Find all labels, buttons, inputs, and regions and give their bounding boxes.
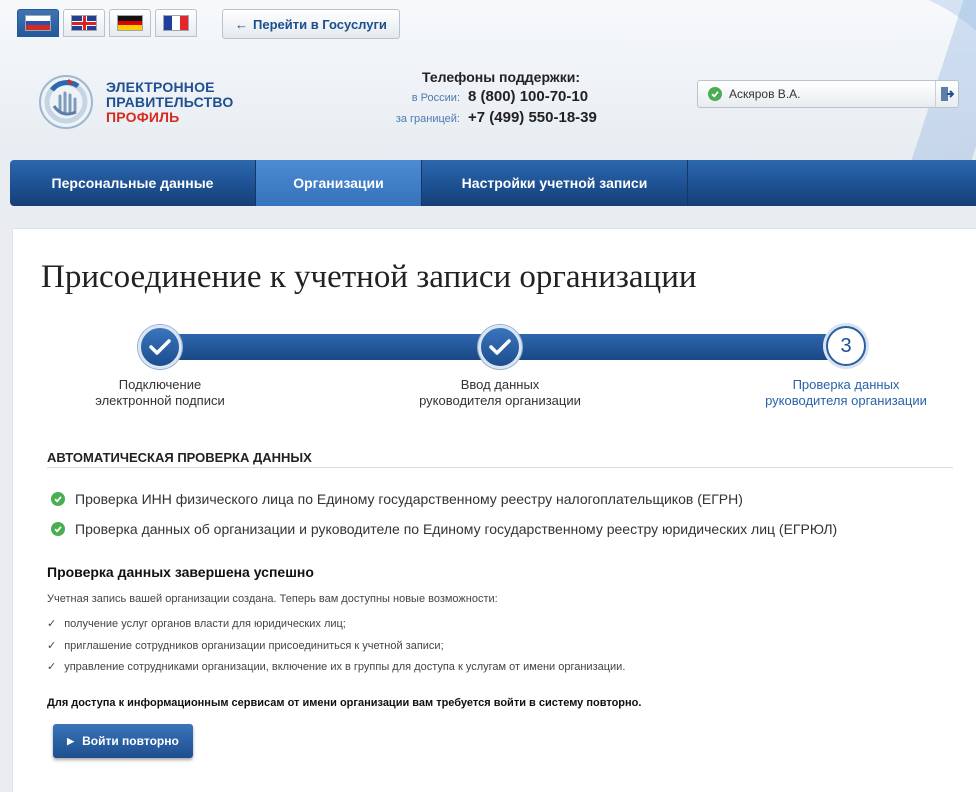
success-heading: Проверка данных завершена успешно [47, 564, 314, 580]
arrow-left-icon: ← [235, 16, 248, 32]
main-nav: Персональные данные Организации Настройк… [10, 160, 976, 206]
tab-organizations[interactable]: Организации [256, 160, 422, 206]
tab-personal-data[interactable]: Персональные данные [10, 160, 256, 206]
step-label-line: руководителя организации [419, 393, 581, 408]
logo-text: ЭЛЕКТРОННОЕ ПРАВИТЕЛЬСТВО ПРОФИЛЬ [106, 80, 233, 125]
play-arrow-icon: ▶ [67, 735, 75, 746]
relogin-button[interactable]: ▶ Войти повторно [53, 724, 193, 758]
step-2-label: Ввод данных руководителя организации [385, 377, 615, 409]
support-number-abroad: +7 (499) 550-18-39 [468, 109, 597, 126]
checkmark-icon [149, 339, 171, 355]
step-2-done [478, 325, 522, 369]
language-tab-russian[interactable] [17, 9, 59, 37]
support-number-russia: 8 (800) 100-70-10 [468, 88, 589, 105]
language-tab-french[interactable] [155, 9, 197, 37]
main-content: Присоединение к учетной записи организац… [12, 228, 976, 792]
check-item: Проверка данных об организации и руковод… [51, 521, 837, 537]
user-name[interactable]: Аскяров В.А. [729, 87, 935, 101]
capability-text: приглашение сотрудников организации прис… [64, 639, 444, 652]
check-item: Проверка ИНН физического лица по Единому… [51, 491, 743, 507]
support-title: Телефоны поддержки: [422, 69, 581, 85]
german-flag-icon [117, 15, 143, 31]
check-item-text: Проверка данных об организации и руковод… [75, 521, 838, 537]
logo-line: ПРАВИТЕЛЬСТВО [106, 94, 234, 110]
page-title: Присоединение к учетной записи организац… [41, 259, 697, 295]
language-tab-english[interactable] [63, 9, 105, 37]
capability-item: ✓ приглашение сотрудников организации пр… [47, 639, 444, 653]
logo-line: ЭЛЕКТРОННОЕ [106, 79, 215, 95]
step-3-current: 3 [826, 326, 866, 366]
check-item-text: Проверка ИНН физического лица по Единому… [75, 491, 743, 507]
russian-flag-icon [25, 15, 51, 31]
french-flag-icon [163, 15, 189, 31]
section-heading: АВТОМАТИЧЕСКАЯ ПРОВЕРКА ДАННЫХ [47, 450, 312, 465]
support-label-abroad: за границей: [395, 113, 460, 125]
section-divider [47, 467, 953, 468]
relogin-note: Для доступа к информационным сервисам от… [47, 697, 642, 709]
capability-text: управление сотрудниками организации, вкл… [64, 660, 626, 673]
step-label-line: руководителя организации [765, 393, 927, 408]
success-text: Учетная запись вашей организации создана… [47, 593, 498, 605]
tab-account-settings[interactable]: Настройки учетной записи [422, 160, 688, 206]
language-tab-german[interactable] [109, 9, 151, 37]
tick-icon: ✓ [47, 618, 57, 630]
step-1-label: Подключение электронной подписи [45, 377, 275, 409]
relogin-button-label: Войти повторно [82, 734, 179, 748]
step-label-line: Подключение [118, 377, 202, 392]
step-label-line: Ввод данных [460, 377, 540, 392]
tick-icon: ✓ [47, 661, 57, 673]
check-circle-icon [51, 492, 65, 506]
check-circle-icon [51, 522, 65, 536]
capability-item: ✓ управление сотрудниками организации, в… [47, 660, 626, 674]
logout-icon[interactable] [935, 81, 958, 107]
goto-gosuslugi-button[interactable]: ← Перейти в Госуслуги [222, 9, 400, 39]
check-circle-icon [708, 87, 722, 101]
site-header: ← Перейти в Госуслуги ЭЛЕКТРОННОЕ ПРАВИТ… [0, 0, 976, 160]
support-label-russia: в России: [411, 92, 460, 104]
tick-icon: ✓ [47, 640, 57, 652]
user-box: Аскяров В.А. [697, 80, 959, 108]
uk-flag-icon [71, 15, 97, 31]
logo-line-profile: ПРОФИЛЬ [106, 109, 180, 125]
capability-item: ✓ получение услуг органов власти для юри… [47, 617, 346, 631]
step-1-done [138, 325, 182, 369]
step-label-line: электронной подписи [95, 393, 225, 408]
goto-gosuslugi-label: Перейти в Госуслуги [253, 16, 387, 32]
capability-text: получение услуг органов власти для юриди… [64, 617, 346, 630]
step-3-label: Проверка данных руководителя организации [731, 377, 961, 409]
checkmark-icon [489, 339, 511, 355]
language-switcher [17, 9, 197, 37]
e-government-logo-icon[interactable] [38, 74, 94, 130]
step-label-line: Проверка данных [792, 377, 900, 392]
